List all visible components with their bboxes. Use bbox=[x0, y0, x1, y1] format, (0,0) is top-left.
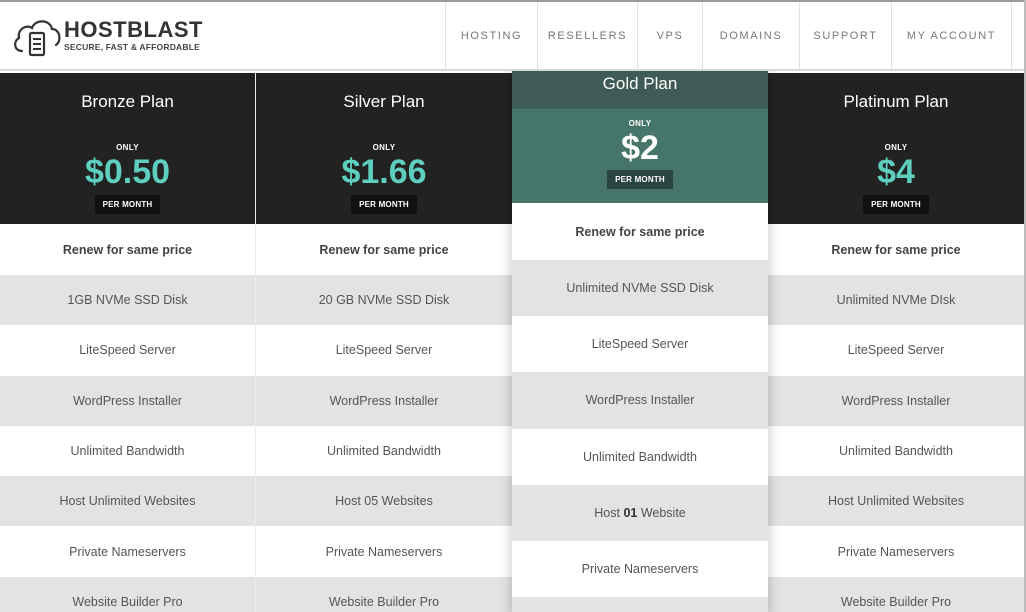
feature-count: 01 bbox=[623, 505, 638, 520]
brand-logo[interactable]: HOSTBLAST SECURE, FAST & AFFORDABLE bbox=[12, 14, 202, 58]
feature-row: Private Nameservers bbox=[512, 540, 768, 598]
pricing-column-bronze: Bronze Plan ONLY $0.50 PER MONTH Renew f… bbox=[0, 73, 256, 612]
nav-domains[interactable]: DOMAINS bbox=[703, 2, 800, 69]
feature-row: Private Nameservers bbox=[256, 526, 512, 577]
feature-row: WordPress Installer bbox=[0, 375, 255, 426]
feature-row: Unlimited Bandwidth bbox=[256, 425, 512, 477]
site-header: HOSTBLAST SECURE, FAST & AFFORDABLE HOST… bbox=[0, 0, 1026, 71]
feature-row: Unlimited NVMe DIsk bbox=[768, 275, 1024, 326]
price-block: ONLY $0.50 PER MONTH bbox=[0, 129, 255, 224]
feature-row: WordPress Installer bbox=[512, 372, 768, 429]
feature-row: Host Unlimited Websites bbox=[0, 476, 255, 527]
nav-resellers[interactable]: RESELLERS bbox=[538, 2, 638, 69]
price-prefix: ONLY bbox=[628, 119, 652, 128]
cloud-server-icon bbox=[14, 20, 61, 57]
main-nav: HOSTING RESELLERS VPS DOMAINS SUPPORT MY… bbox=[445, 2, 1012, 69]
brand-name: HOSTBLAST bbox=[64, 17, 203, 42]
feature-row: Website Builder Pro bbox=[768, 576, 1024, 612]
plan-header: Bronze Plan ONLY $0.50 PER MONTH bbox=[0, 73, 255, 224]
feature-row: Private Nameservers bbox=[768, 526, 1024, 577]
feature-row: Private Nameservers bbox=[0, 526, 255, 577]
price-block: ONLY $1.66 PER MONTH bbox=[256, 129, 512, 224]
feature-row: LiteSpeed Server bbox=[0, 325, 255, 376]
feature-row: 20 GB NVMe SSD Disk bbox=[256, 275, 512, 326]
plan-title: Silver Plan bbox=[343, 92, 425, 111]
renew-row: Renew for same price bbox=[768, 224, 1024, 275]
nav-vps[interactable]: VPS bbox=[638, 2, 703, 69]
feature-row: Host Unlimited Websites bbox=[768, 476, 1024, 527]
plan-header: Gold Plan ONLY $2 PER MONTH bbox=[512, 70, 768, 203]
pricing-column-gold: Gold Plan ONLY $2 PER MONTH Renew for sa… bbox=[512, 70, 768, 612]
price-block: ONLY $4 PER MONTH bbox=[768, 129, 1024, 224]
price-prefix: ONLY bbox=[372, 143, 396, 152]
feature-row: Unlimited Bandwidth bbox=[512, 428, 768, 485]
renew-row: Renew for same price bbox=[256, 224, 512, 275]
price-prefix: ONLY bbox=[884, 143, 908, 152]
price-block: ONLY $2 PER MONTH bbox=[512, 109, 768, 203]
price-prefix: ONLY bbox=[116, 143, 139, 152]
feature-row: LiteSpeed Server bbox=[256, 325, 512, 376]
feature-row: Unlimited Bandwidth bbox=[768, 425, 1024, 477]
plan-price: $0.50 bbox=[84, 153, 171, 191]
feature-row: Host 05 Websites bbox=[256, 476, 512, 527]
plan-title: Platinum Plan bbox=[843, 92, 949, 111]
plan-header: Platinum Plan ONLY $4 PER MONTH bbox=[768, 73, 1024, 224]
feature-row: 1GB NVMe SSD Disk bbox=[0, 275, 255, 326]
nav-support[interactable]: SUPPORT bbox=[800, 2, 892, 69]
feature-row: Unlimited NVMe SSD Disk bbox=[512, 260, 768, 317]
feature-row: Website Builder Pro bbox=[256, 576, 512, 612]
feature-row bbox=[512, 597, 768, 612]
feature-row: LiteSpeed Server bbox=[768, 325, 1024, 376]
feature-row: WordPress Installer bbox=[768, 375, 1024, 426]
renew-row: Renew for same price bbox=[512, 203, 768, 260]
price-period: PER MONTH bbox=[607, 170, 673, 189]
feature-row: LiteSpeed Server bbox=[512, 316, 768, 373]
feature-row: Unlimited Bandwidth bbox=[0, 425, 255, 477]
nav-my-account[interactable]: MY ACCOUNT bbox=[892, 2, 1012, 69]
price-period: PER MONTH bbox=[94, 195, 161, 214]
pricing-column-platinum: Platinum Plan ONLY $4 PER MONTH Renew fo… bbox=[768, 73, 1024, 612]
feature-text: Website bbox=[637, 505, 686, 520]
price-period: PER MONTH bbox=[351, 195, 417, 214]
plan-title: Gold Plan bbox=[512, 70, 768, 109]
feature-row: Website Builder Pro bbox=[0, 576, 255, 612]
feature-row: Host 01 Website bbox=[512, 484, 768, 541]
nav-hosting[interactable]: HOSTING bbox=[446, 2, 538, 69]
renew-row: Renew for same price bbox=[0, 224, 255, 275]
plan-price: $4 bbox=[877, 153, 915, 191]
plan-header: Silver Plan ONLY $1.66 PER MONTH bbox=[256, 73, 512, 224]
plan-price: $1.66 bbox=[341, 153, 427, 191]
price-period: PER MONTH bbox=[863, 195, 929, 214]
pricing-column-silver: Silver Plan ONLY $1.66 PER MONTH Renew f… bbox=[256, 73, 512, 612]
brand-tagline: SECURE, FAST & AFFORDABLE bbox=[64, 42, 200, 52]
feature-text: Host bbox=[594, 505, 624, 520]
plan-title: Bronze Plan bbox=[81, 92, 174, 111]
plan-price: $2 bbox=[621, 129, 659, 167]
feature-row: WordPress Installer bbox=[256, 375, 512, 426]
